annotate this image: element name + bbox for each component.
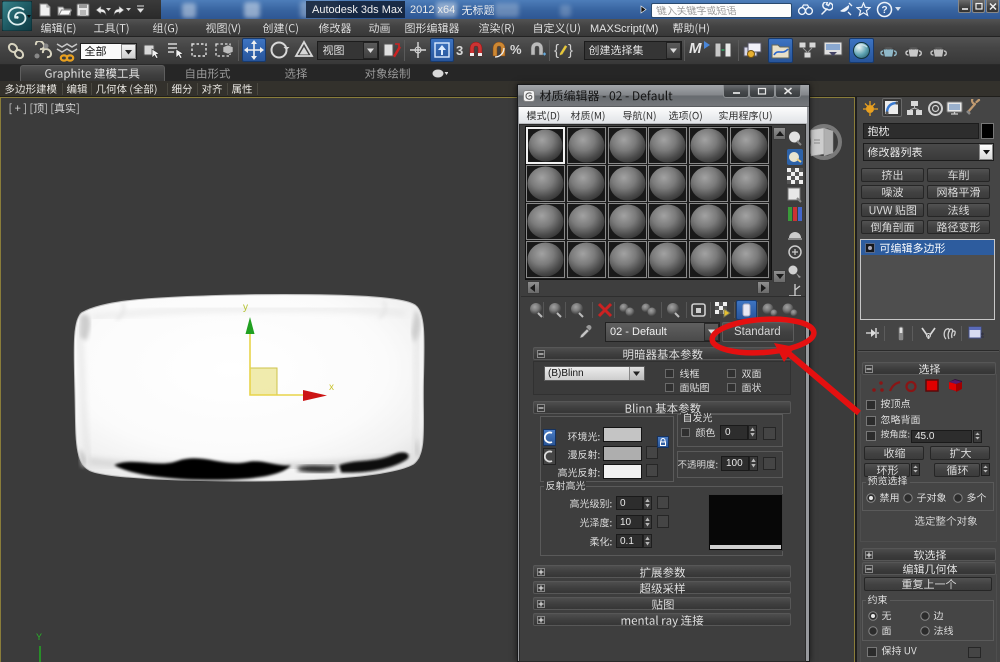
svg-text:}: } [568,42,573,59]
svg-text:Y: Y [36,632,42,642]
svg-text:x: x [329,382,334,393]
svg-text:{: { [554,42,559,59]
svg-text:y: y [243,302,248,313]
svg-text:?: ? [881,5,887,16]
